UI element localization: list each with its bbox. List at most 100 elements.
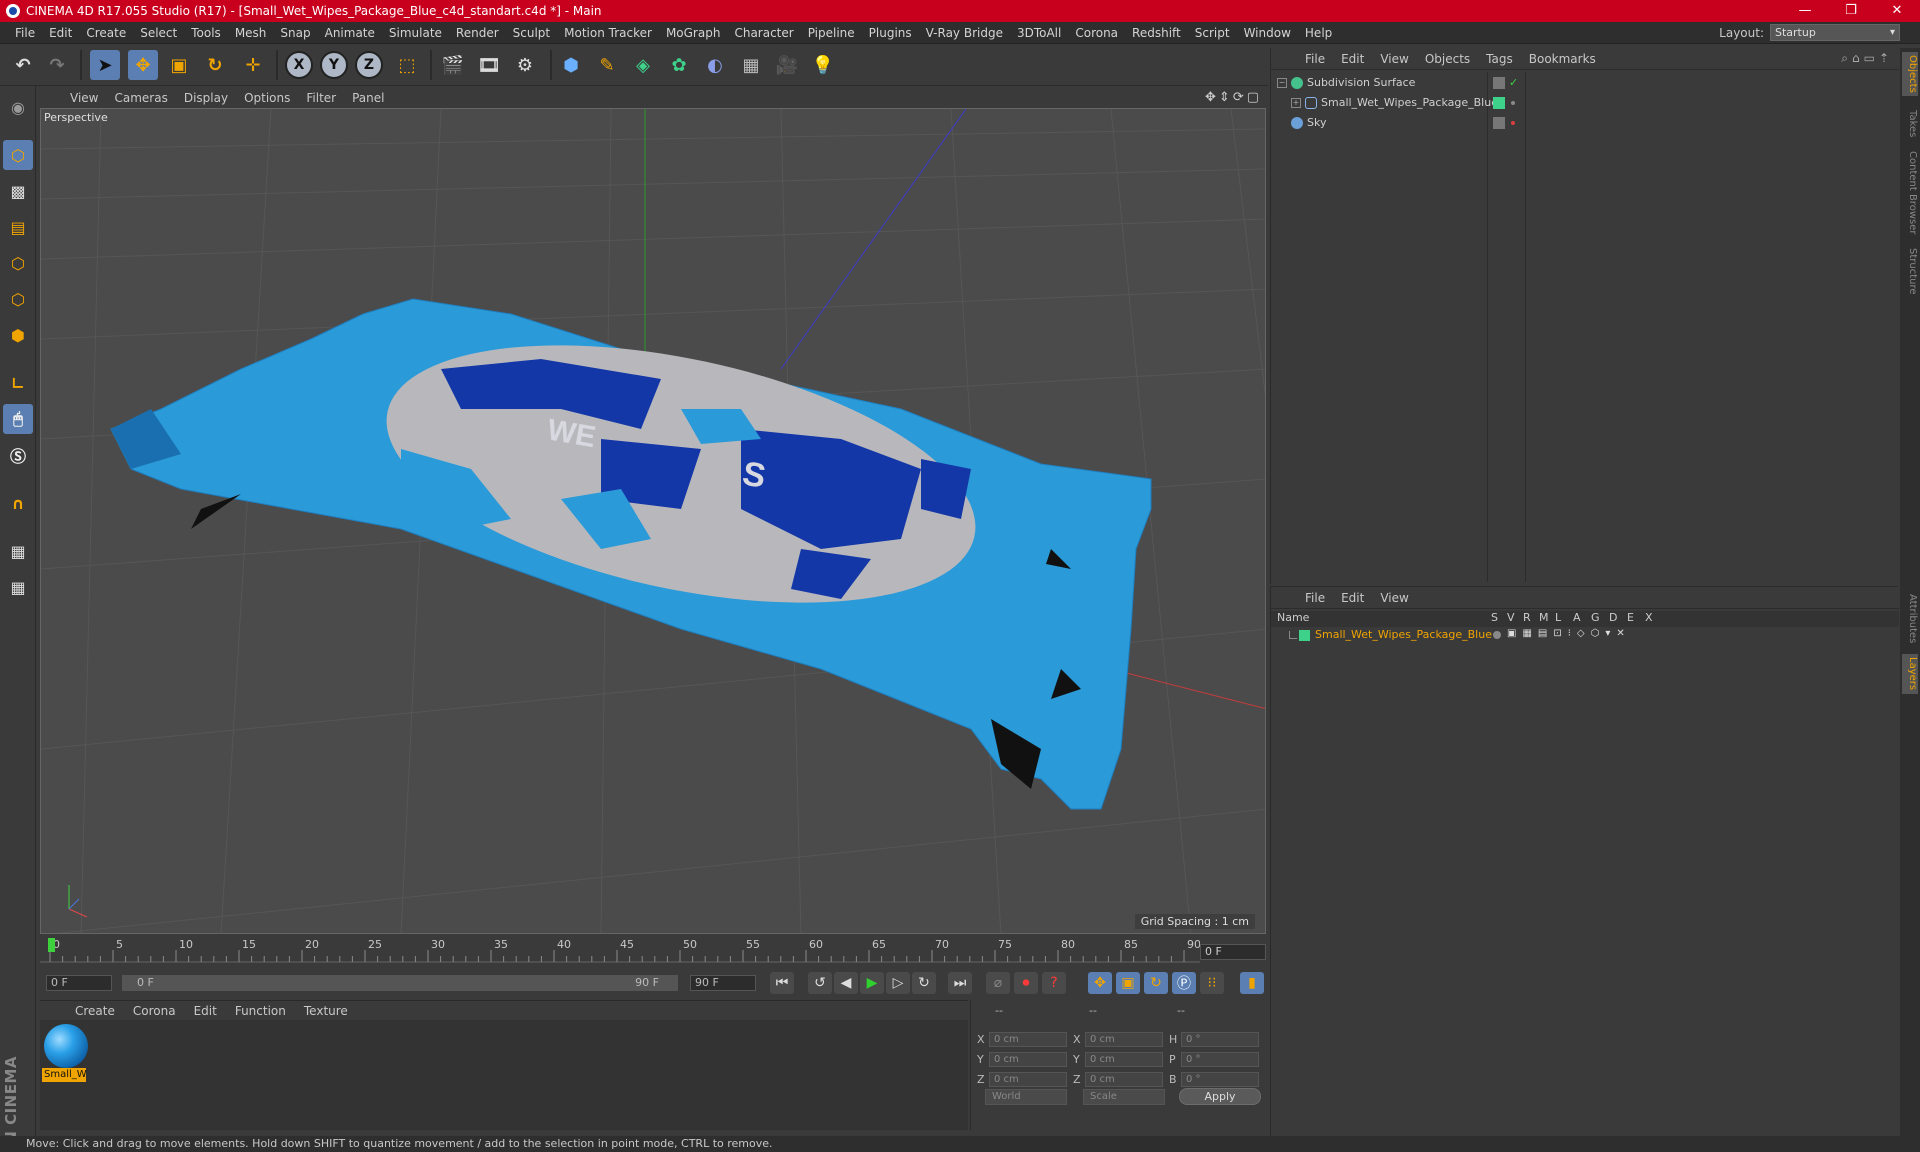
material-menu-edit[interactable]: Edit [185,1004,226,1018]
rot-p-field[interactable]: 0 ° [1181,1052,1259,1067]
menu-pipeline[interactable]: Pipeline [801,22,862,44]
menu-create[interactable]: Create [79,22,133,44]
next-frame-icon[interactable]: ▷ [886,972,910,994]
perspective-viewport[interactable]: WE S Perspective Grid Spacing : 1 cm [40,108,1266,934]
layer-row[interactable]: Small_Wet_Wipes_Package_Blue ▣▦▤⊡⁝◇⬡▾✕ [1271,627,1899,644]
object-row-sky[interactable]: Sky [1275,114,1895,132]
start-frame-field[interactable]: 0 F [46,975,112,991]
floor-scene-icon[interactable]: ▦ [736,50,766,80]
edges-mode-icon[interactable]: ⬡ [3,284,33,314]
menu-select[interactable]: Select [133,22,184,44]
tweak-mode-icon[interactable]: 🖱 [3,404,33,434]
axis-mode-icon[interactable]: ∟ [3,368,33,398]
layer-color-swatch[interactable] [1299,630,1310,641]
tab-takes[interactable]: Takes [1902,104,1918,144]
cube-primitive-icon[interactable]: ⬢ [556,50,586,80]
pen-spline-icon[interactable]: ✎ [592,50,622,80]
menu-simulate[interactable]: Simulate [382,22,449,44]
rot-b-field[interactable]: 0 ° [1181,1072,1259,1087]
polygons-mode-icon[interactable]: ⬢ [3,320,33,350]
layer-name[interactable]: Small_Wet_Wipes_Package_Blue [1315,628,1492,641]
material-menu-create[interactable]: Create [66,1004,124,1018]
key-rotation-icon[interactable]: ↻ [1144,972,1168,994]
menu-redshift[interactable]: Redshift [1125,22,1188,44]
timeline-ruler[interactable]: 0 5 10 15 20 25 30 35 40 45 50 55 60 65 70 75 80 85 90 [40,936,1268,964]
move-tool-icon[interactable]: ✥ [128,50,158,80]
solo-toggle-icon[interactable] [1493,631,1501,639]
menu-plugins[interactable]: Plugins [862,22,919,44]
viewport-menu-display[interactable]: Display [176,91,236,105]
viewport-menu-cameras[interactable]: Cameras [106,91,175,105]
tab-structure[interactable]: Structure [1902,244,1918,298]
pos-y-field[interactable]: 0 cm [989,1052,1067,1067]
model-mode-icon[interactable]: ⬡ [3,140,33,170]
size-z-field[interactable]: 0 cm [1085,1072,1163,1087]
menu-corona[interactable]: Corona [1068,22,1125,44]
render-to-picture-viewer-icon[interactable]: 🎞 [474,50,504,80]
tab-content-browser[interactable]: Content Browser [1902,148,1918,238]
redo-button[interactable]: ↷ [42,50,72,80]
minimize-button[interactable]: — [1782,0,1828,22]
menu-snap[interactable]: Snap [273,22,317,44]
scale-tool-icon[interactable]: ▣ [164,50,194,80]
obj-menu-bookmarks[interactable]: Bookmarks [1521,52,1604,66]
size-y-field[interactable]: 0 cm [1085,1052,1163,1067]
object-row-subdivision[interactable]: − Subdivision Surface ✓ [1275,74,1895,92]
keyframe-selection-icon[interactable]: ? [1042,972,1066,994]
magnet-icon[interactable]: ∩ [3,488,33,518]
x-axis-lock-button[interactable]: X [285,51,313,79]
record-keys-icon[interactable]: ⌀ [986,972,1010,994]
material-preview-sphere[interactable] [44,1024,88,1068]
go-to-start-icon[interactable]: ⏮ [770,972,794,994]
size-mode-dropdown[interactable]: Scale [1083,1089,1165,1105]
viewport-menu-view[interactable]: View [62,91,106,105]
layer-menu-view[interactable]: View [1372,591,1416,605]
menu-character[interactable]: Character [727,22,800,44]
make-editable-icon[interactable]: ◉ [3,92,33,122]
key-position-icon[interactable]: ✥ [1088,972,1112,994]
render-view-icon[interactable]: 🎬 [438,50,468,80]
obj-menu-view[interactable]: View [1372,52,1416,66]
size-x-field[interactable]: 0 cm [1085,1032,1163,1047]
viewport-navigation-icons[interactable]: ✥⇕⟳▢ [1205,90,1262,105]
obj-menu-objects[interactable]: Objects [1417,52,1478,66]
layer-menu-file[interactable]: File [1297,591,1333,605]
undo-button[interactable]: ↶ [8,50,38,80]
key-parameter-icon[interactable]: Ⓟ [1172,972,1196,994]
obj-menu-file[interactable]: File [1297,52,1333,66]
menu-mograph[interactable]: MoGraph [659,22,728,44]
menu-sculpt[interactable]: Sculpt [506,22,557,44]
material-menu-function[interactable]: Function [226,1004,295,1018]
menu-help[interactable]: Help [1298,22,1339,44]
layer-toggle-icons[interactable]: ▣▦▤⊡⁝◇⬡▾✕ [1507,628,1631,639]
material-name-label[interactable]: Small_W [42,1068,86,1082]
snap-icon[interactable]: Ⓢ [3,440,33,470]
tab-objects[interactable]: Objects [1902,52,1918,96]
workplane-lock-icon[interactable]: ▦ [3,536,33,566]
play-forward-icon[interactable]: ▶ [860,972,884,994]
key-scale-icon[interactable]: ▣ [1116,972,1140,994]
expand-icon[interactable]: + [1291,98,1301,108]
current-frame-field[interactable]: 0 F [1200,944,1266,960]
y-axis-lock-button[interactable]: Y [320,51,348,79]
enabled-check-icon[interactable]: ✓ [1509,74,1518,92]
coordinate-system-icon[interactable]: ⬚ [392,50,422,80]
editor-visibility-dot-icon[interactable] [1511,101,1515,105]
menu-file[interactable]: File [8,22,42,44]
viewport-menu-filter[interactable]: Filter [298,91,344,105]
texture-mode-icon[interactable]: ▩ [3,176,33,206]
go-to-end-icon[interactable]: ⏭ [948,972,972,994]
live-selection-icon[interactable]: ➤ [90,50,120,80]
menu-animate[interactable]: Animate [318,22,382,44]
layer-menu-edit[interactable]: Edit [1333,591,1372,605]
tab-attributes[interactable]: Attributes [1902,588,1918,650]
key-pla-icon[interactable]: ⁝⁝ [1200,972,1224,994]
menu-motion-tracker[interactable]: Motion Tracker [557,22,659,44]
wet-wipes-package-model[interactable]: WE S [110,298,1152,810]
obj-menu-edit[interactable]: Edit [1333,52,1372,66]
frame-range-slider[interactable]: 0 F 90 F [122,975,678,991]
obj-menu-tags[interactable]: Tags [1478,52,1521,66]
autokeying-icon[interactable]: ⏺ [1014,972,1038,994]
search-icon[interactable]: ⌕⌂▭⇡ [1841,51,1893,66]
light-icon[interactable]: 💡 [808,50,838,80]
